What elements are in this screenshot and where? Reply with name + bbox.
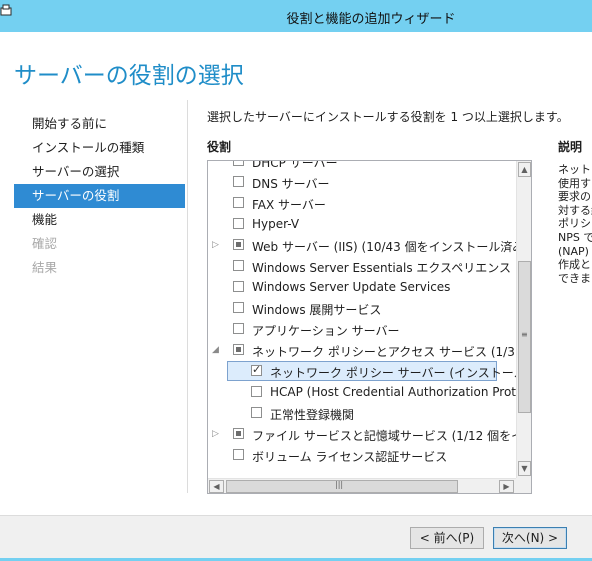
page-title: サーバーの役割の選択	[14, 63, 244, 89]
role-checkbox[interactable]	[233, 239, 244, 250]
wizard-nav: 開始する前に インストールの種類 サーバーの選択 サーバーの役割 機能確認結果	[14, 112, 185, 280]
role-checkbox[interactable]	[233, 323, 244, 334]
role-label: Windows Server Essentials エクスペリエンス	[252, 261, 511, 275]
description-text: ネットワー使用す要求の対する組ポリシーNPS で(NAP)作成とできます	[558, 163, 592, 285]
vertical-scroll-thumb[interactable]: ≡	[518, 261, 531, 413]
previous-button[interactable]: < 前へ(P)	[410, 527, 484, 549]
expand-arrow-icon[interactable]: ▷	[212, 429, 219, 439]
role-label: Windows Server Update Services	[252, 280, 451, 294]
description-line: ネットワー	[558, 163, 592, 176]
next-button[interactable]: 次へ(N) >	[493, 527, 567, 549]
horizontal-scrollbar[interactable]: ◀ ||| ▶	[208, 478, 516, 493]
role-label: ファイル サービスと記憶域サービス (1/12 個をインストール済み)	[252, 429, 516, 443]
role-row[interactable]: DNS サーバー	[208, 172, 516, 193]
window-title: 役割と機能の追加ウィザード	[286, 12, 456, 27]
role-row[interactable]: HCAP (Host Credential Authorization Prot…	[208, 382, 516, 403]
instruction-text: 選択したサーバーにインストールする役割を 1 つ以上選択します。	[207, 110, 569, 124]
role-label: Web サーバー (IIS) (10/43 個をインストール済み)	[252, 240, 516, 254]
role-checkbox[interactable]	[233, 428, 244, 439]
role-label: FAX サーバー	[252, 198, 326, 212]
description-line: 作成と	[558, 258, 591, 272]
roles-list: DHCP サーバー DNS サーバー FAX サーバー Hyper-V ▷ Web サーバ…	[208, 161, 516, 478]
role-label: ボリューム ライセンス認証サービス	[252, 450, 448, 464]
role-label: アプリケーション サーバー	[252, 324, 400, 338]
nav-item[interactable]: 機能	[14, 208, 185, 232]
role-checkbox[interactable]	[251, 407, 262, 418]
grip-icon: |||	[335, 480, 344, 489]
role-label: Windows 展開サービス	[252, 303, 382, 317]
roles-heading: 役割	[207, 140, 232, 154]
nav-item: 結果	[32, 260, 58, 275]
roles-tree[interactable]: DHCP サーバー DNS サーバー FAX サーバー Hyper-V ▷ Web サーバ…	[207, 160, 532, 494]
title-bar: 役割と機能の追加ウィザード	[0, 0, 592, 32]
role-row[interactable]: Hyper-V	[208, 214, 516, 235]
role-checkbox[interactable]	[233, 260, 244, 271]
role-row[interactable]: Windows Server Update Services	[208, 277, 516, 298]
nav-item[interactable]: サーバーの役割	[14, 184, 185, 208]
role-label: DHCP サーバー	[252, 161, 338, 170]
role-checkbox[interactable]	[233, 197, 244, 208]
nav-item: 確認	[32, 236, 58, 251]
role-checkbox[interactable]	[233, 281, 244, 292]
role-row[interactable]: アプリケーション サーバー	[208, 319, 516, 340]
description-line: できます	[558, 271, 592, 285]
collapse-arrow-icon[interactable]: ◢	[212, 345, 219, 355]
scroll-right-icon[interactable]: ▶	[499, 480, 514, 493]
scroll-left-icon[interactable]: ◀	[209, 480, 224, 493]
expand-arrow-icon[interactable]: ▷	[212, 240, 219, 250]
footer: < 前へ(P) 次へ(N) >	[0, 515, 592, 561]
role-row[interactable]: ネットワーク ポリシー サーバー (インストール済み)	[208, 361, 516, 382]
role-row[interactable]: 正常性登録機関	[208, 403, 516, 424]
description-line: ポリシー	[558, 217, 592, 231]
role-row[interactable]: Windows Server Essentials エクスペリエンス	[208, 256, 516, 277]
role-checkbox[interactable]	[233, 302, 244, 313]
role-checkbox[interactable]	[233, 449, 244, 460]
role-row[interactable]: ◢ ネットワーク ポリシーとアクセス サービス (1/3 個をインストール済み)	[208, 340, 516, 361]
description-line: NPS で	[558, 230, 592, 244]
role-row[interactable]: ボリューム ライセンス認証サービス	[208, 445, 516, 466]
role-label: 正常性登録機関	[270, 408, 355, 422]
description-line: 要求の	[558, 190, 591, 204]
scroll-corner	[516, 478, 531, 493]
role-label: ネットワーク ポリシー サーバー (インストール済み)	[270, 366, 516, 380]
role-row[interactable]: ▷ Web サーバー (IIS) (10/43 個をインストール済み)	[208, 235, 516, 256]
nav-item[interactable]: 開始する前に	[14, 112, 185, 136]
description-line: (NAP)	[558, 244, 589, 258]
role-label: HCAP (Host Credential Authorization Prot…	[270, 385, 516, 399]
separator	[187, 100, 188, 493]
scroll-up-icon[interactable]: ▲	[518, 162, 531, 177]
role-checkbox[interactable]	[251, 386, 262, 397]
role-checkbox[interactable]	[233, 161, 244, 166]
scroll-down-icon[interactable]: ▼	[518, 461, 531, 476]
role-row[interactable]: DHCP サーバー	[208, 161, 516, 172]
role-checkbox[interactable]	[251, 363, 262, 376]
nav-item[interactable]: サーバーの選択	[14, 160, 185, 184]
description-line: 使用す	[558, 176, 591, 190]
role-row[interactable]: ▷ ファイル サービスと記憶域サービス (1/12 個をインストール済み)	[208, 424, 516, 445]
role-label: Hyper-V	[252, 217, 300, 231]
role-label: DNS サーバー	[252, 177, 330, 191]
role-row[interactable]: FAX サーバー	[208, 193, 516, 214]
role-row[interactable]: Windows 展開サービス	[208, 298, 516, 319]
vertical-scrollbar[interactable]: ▲ ≡ ▼	[516, 161, 531, 478]
grip-icon: ≡	[521, 330, 528, 339]
description-line: 対する組	[558, 203, 592, 217]
horizontal-scroll-thumb[interactable]: |||	[226, 480, 458, 493]
description-heading: 説明	[558, 140, 583, 154]
nav-item[interactable]: インストールの種類	[14, 136, 185, 160]
role-checkbox[interactable]	[233, 176, 244, 187]
role-label: ネットワーク ポリシーとアクセス サービス (1/3 個をインストール済み)	[252, 345, 516, 359]
role-checkbox[interactable]	[233, 344, 244, 355]
role-checkbox[interactable]	[233, 218, 244, 229]
